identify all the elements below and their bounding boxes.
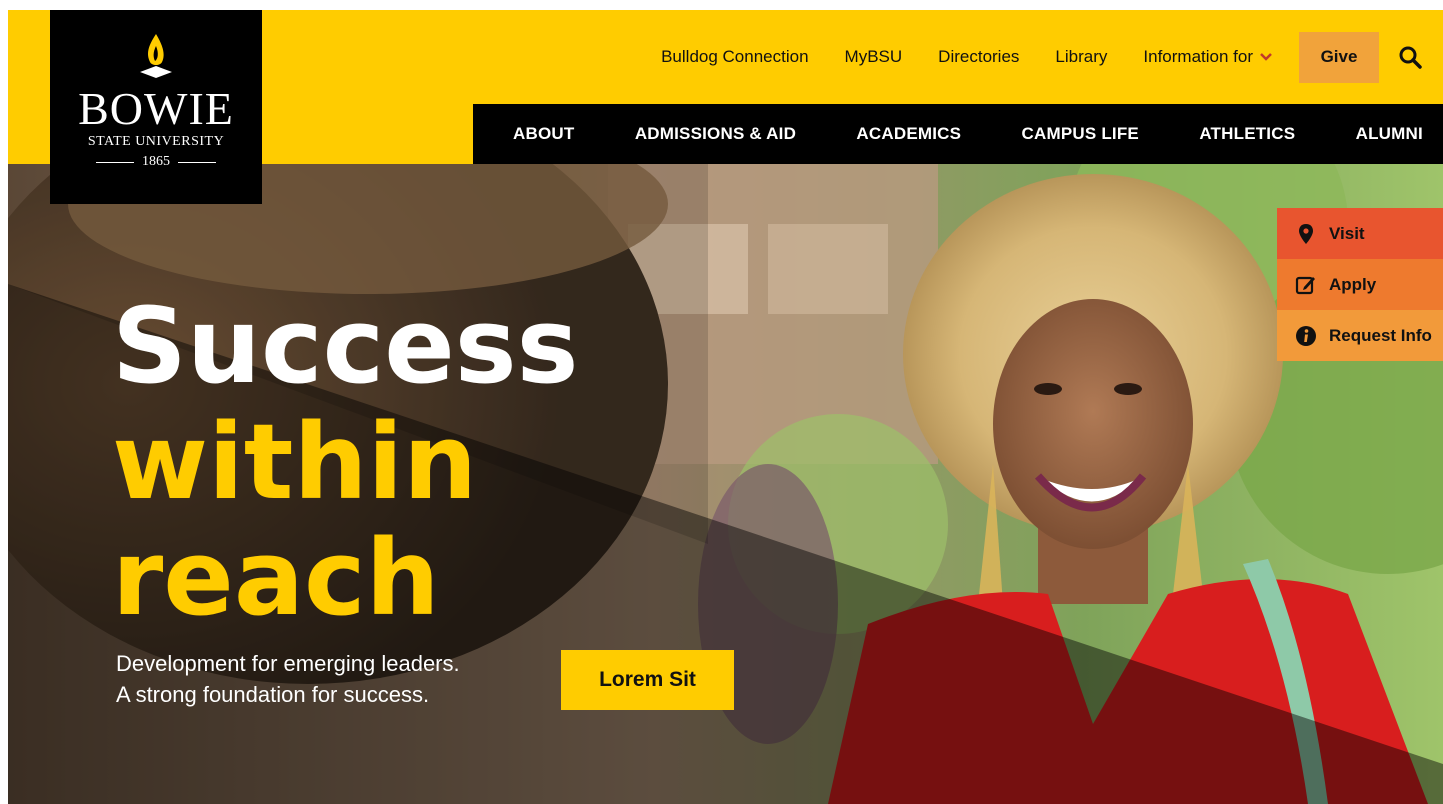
nav-item-admissions-aid[interactable]: ADMISSIONS & AID [635,124,796,144]
chevron-down-icon [1259,49,1273,65]
information-for-dropdown[interactable]: Information for [1143,47,1273,67]
nav-item-campus-life[interactable]: CAMPUS LIFE [1022,124,1139,144]
hero-headline-line2: within [112,401,478,523]
hero-subtext-line2: A strong foundation for success. [116,682,430,707]
quick-link-request-info[interactable]: Request Info [1277,310,1443,361]
utility-link-mybsu[interactable]: MyBSU [845,47,903,67]
quick-link-visit-label: Visit [1329,223,1365,243]
search-button[interactable] [1385,32,1435,83]
hero-subtext-line1: Development for emerging leaders. [116,651,460,676]
quick-link-apply-label: Apply [1329,274,1377,294]
quick-link-request-info-label: Request Info [1329,325,1432,345]
logo-subtitle: STATE UNIVERSITY [87,134,225,149]
utility-link-bulldog-connection[interactable]: Bulldog Connection [661,47,808,67]
give-button[interactable]: Give [1299,31,1379,83]
search-icon [1399,46,1422,69]
hero-subtext: Development for emerging leaders. A stro… [116,648,460,710]
logo-year: 1865 [96,154,216,170]
quick-links: Visit Apply Request Info [1277,208,1443,361]
hero-cta-button[interactable]: Lorem Sit [561,650,734,710]
torch-icon [140,34,172,78]
hero-headline-line3: reach [112,517,440,639]
hero-headline-line1: Success [112,285,579,407]
logo-name: BOWIE [78,83,234,134]
university-logo[interactable]: BOWIE STATE UNIVERSITY 1865 [50,10,262,204]
edit-icon [1295,274,1317,296]
hero-headline: Success within reach [112,288,579,636]
logo-year-text: 1865 [142,154,170,169]
main-nav: ABOUT ADMISSIONS & AID ACADEMICS CAMPUS … [473,104,1443,164]
utility-nav: Bulldog Connection MyBSU Directories Lib… [643,10,1443,104]
nav-item-alumni[interactable]: ALUMNI [1356,124,1423,144]
utility-link-directories[interactable]: Directories [938,47,1019,67]
info-icon [1295,325,1317,347]
nav-item-about[interactable]: ABOUT [513,124,574,144]
nav-item-athletics[interactable]: ATHLETICS [1199,124,1295,144]
map-pin-icon [1295,223,1317,245]
nav-item-academics[interactable]: ACADEMICS [856,124,961,144]
page-frame: Bulldog Connection MyBSU Directories Lib… [8,10,1443,804]
quick-link-apply[interactable]: Apply [1277,259,1443,310]
utility-link-library[interactable]: Library [1055,47,1107,67]
quick-link-visit[interactable]: Visit [1277,208,1443,259]
information-for-label: Information for [1143,47,1253,66]
